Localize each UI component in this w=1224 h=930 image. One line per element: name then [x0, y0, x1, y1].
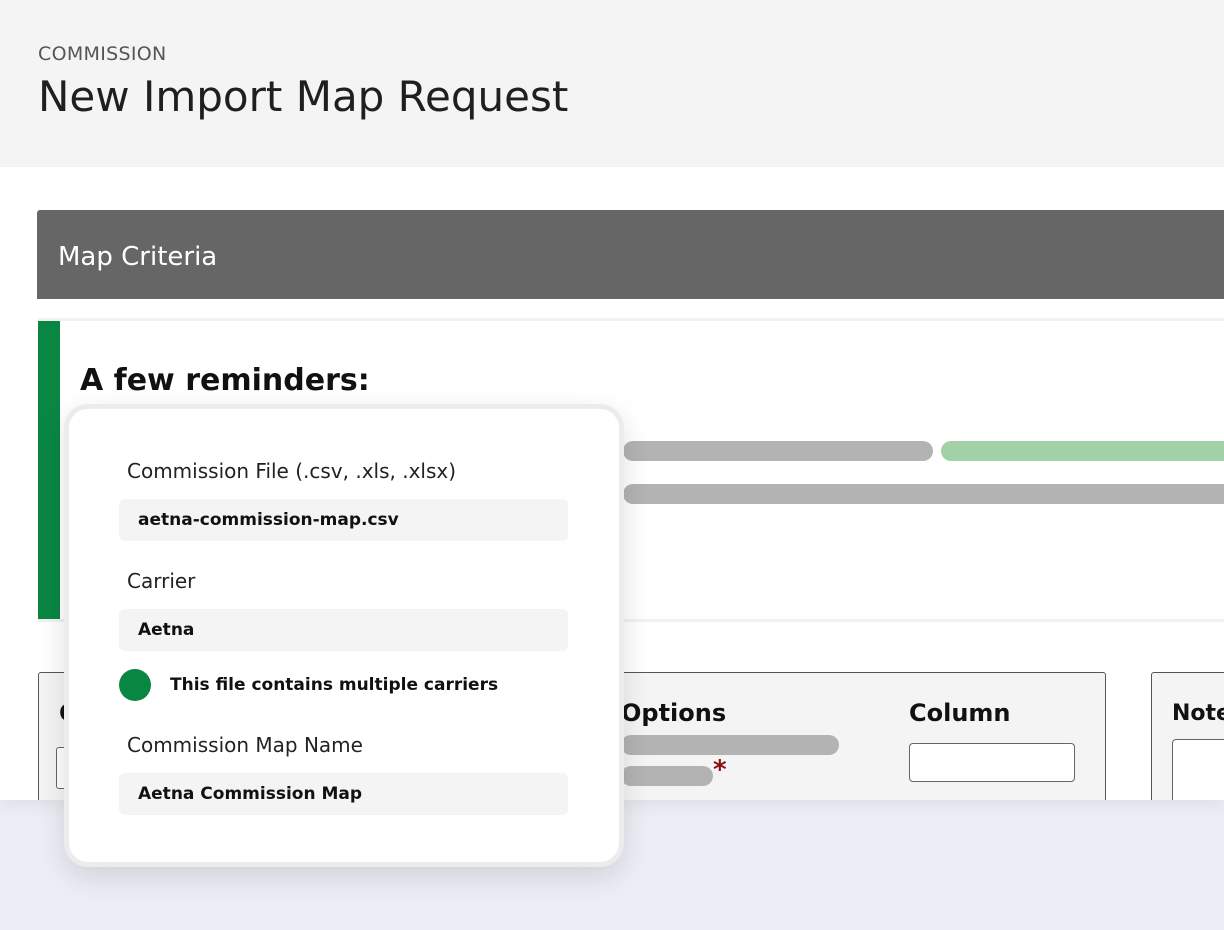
options-header: Options — [621, 699, 727, 727]
placeholder-text-line — [623, 441, 933, 461]
multiple-carriers-toggle[interactable] — [119, 669, 151, 701]
notes-panel: Note — [1151, 672, 1224, 800]
file-details-card: Commission File (.csv, .xls, .xlsx) aetn… — [64, 404, 624, 867]
column-header: Column — [909, 699, 1011, 727]
placeholder-option-line — [621, 766, 713, 786]
required-marker: * — [713, 755, 727, 785]
carrier-label: Carrier — [127, 569, 196, 593]
reminders-title: A few reminders: — [80, 363, 370, 398]
page-header: COMMISSION New Import Map Request — [0, 0, 1224, 167]
map-criteria-title: Map Criteria — [58, 242, 218, 272]
placeholder-link-line — [941, 441, 1224, 461]
reminders-accent-bar — [38, 321, 60, 619]
notes-textarea[interactable] — [1172, 739, 1224, 800]
notes-header: Note — [1172, 701, 1224, 726]
carrier-field[interactable]: Aetna — [119, 609, 568, 651]
map-name-field[interactable]: Aetna Commission Map — [119, 773, 568, 815]
multiple-carriers-label: This file contains multiple carriers — [170, 675, 499, 695]
commission-file-field[interactable]: aetna-commission-map.csv — [119, 499, 568, 541]
breadcrumb: COMMISSION — [38, 43, 167, 65]
commission-file-label: Commission File (.csv, .xls, .xlsx) — [127, 459, 457, 483]
page-title: New Import Map Request — [38, 72, 569, 121]
column-input[interactable] — [909, 743, 1075, 782]
map-name-label: Commission Map Name — [127, 733, 363, 757]
map-criteria-header: Map Criteria — [37, 210, 1224, 299]
placeholder-option-line — [621, 735, 839, 755]
placeholder-text-line — [623, 484, 1224, 504]
